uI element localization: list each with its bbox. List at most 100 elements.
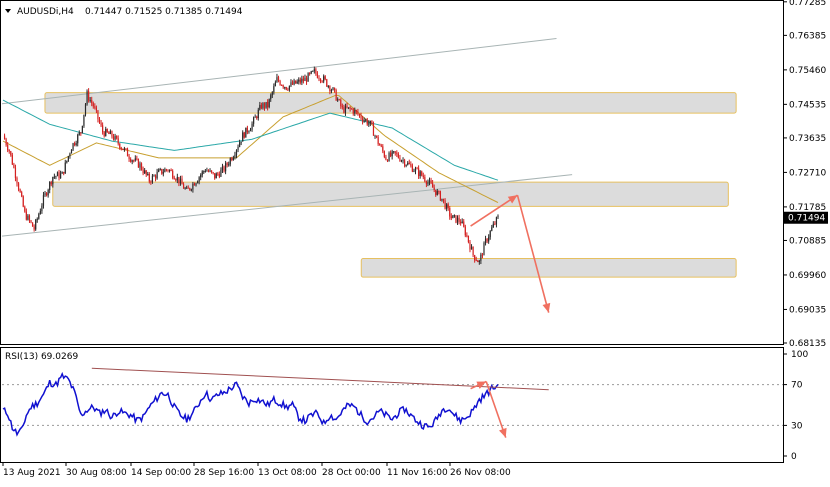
- candle-body: [369, 120, 371, 124]
- candle-body: [324, 76, 326, 80]
- candle-body: [313, 69, 315, 71]
- candle-body: [234, 155, 236, 158]
- candle-body: [285, 87, 287, 90]
- candle-body: [397, 153, 399, 158]
- candle-body: [430, 180, 432, 184]
- candle-body: [483, 242, 485, 256]
- candle-body: [307, 73, 309, 82]
- candle-body: [419, 171, 421, 177]
- candle-body: [78, 132, 80, 135]
- price-tick-label: 0.69960: [789, 271, 826, 281]
- candle-body: [151, 175, 154, 183]
- time-tick-label: 14 Sep 00:00: [131, 468, 191, 478]
- candle-body: [270, 95, 272, 100]
- time-axis: 13 Aug 2021 30 Aug 08:00 14 Sep 00:00 28 Se…: [2, 462, 511, 478]
- time-tick-label: 28 Sep 16:00: [194, 468, 254, 478]
- candle-body: [441, 198, 443, 201]
- candle-body: [253, 117, 255, 124]
- candle-body: [298, 79, 300, 82]
- candle-body: [58, 172, 60, 179]
- candle-body: [408, 162, 410, 165]
- candle-body: [5, 139, 7, 146]
- candle-body: [184, 188, 186, 190]
- candle-body: [446, 204, 448, 209]
- candle-body: [235, 149, 238, 156]
- candle-body: [318, 77, 320, 79]
- rsi-tick-label: 0: [791, 452, 797, 462]
- candle-body: [220, 169, 222, 177]
- candle-body: [267, 101, 269, 108]
- rsi-tick-label: 30: [791, 421, 803, 431]
- candle-body: [25, 211, 27, 220]
- candle-body: [288, 85, 291, 90]
- candle-body: [33, 226, 35, 230]
- candle-body: [161, 168, 163, 174]
- candle-body: [478, 260, 480, 263]
- candle-body: [159, 168, 161, 170]
- candle-body: [427, 182, 429, 185]
- candle-body: [293, 80, 295, 85]
- candle-body: [309, 73, 311, 75]
- candle-body: [268, 99, 270, 108]
- candle-body: [63, 171, 65, 174]
- candle-body: [120, 148, 122, 150]
- candle-body: [299, 79, 301, 83]
- candle-body: [449, 207, 451, 217]
- candle-body: [47, 190, 49, 196]
- candle-body: [447, 204, 449, 208]
- candle-body: [53, 176, 55, 178]
- candle-body: [379, 144, 381, 146]
- candle-body: [435, 189, 437, 195]
- candle-body: [75, 143, 77, 145]
- candle-body: [136, 158, 138, 160]
- time-tick-label: 30 Aug 08:00: [66, 468, 127, 478]
- candle-body: [102, 125, 104, 133]
- price-tick-label: 0.70885: [789, 236, 826, 246]
- candle-body: [106, 128, 108, 133]
- candle-body: [172, 170, 174, 178]
- candle-body: [497, 215, 499, 218]
- candle-body: [256, 116, 258, 119]
- time-tick-label: 26 Nov 08:00: [450, 468, 511, 478]
- candle-body: [374, 135, 376, 137]
- candle-body: [439, 191, 442, 201]
- candle-body: [302, 78, 305, 82]
- candle-body: [131, 160, 133, 162]
- candle-body: [344, 105, 347, 113]
- candle-body: [66, 160, 68, 163]
- candle-body: [114, 135, 116, 140]
- candle-body: [14, 167, 17, 178]
- candle-body: [203, 171, 205, 173]
- candle-body: [368, 123, 370, 125]
- candle-body: [472, 246, 474, 256]
- candle-body: [27, 215, 29, 220]
- candle-body: [88, 91, 90, 101]
- candle-body: [257, 109, 259, 119]
- price-tick-label: 0.69035: [789, 305, 826, 315]
- candle-body: [391, 151, 393, 157]
- candle-body: [393, 151, 395, 153]
- candle-body: [239, 142, 241, 147]
- price-tick-label: 0.71785: [789, 203, 826, 213]
- candle-body: [262, 103, 264, 109]
- candle-body: [494, 223, 496, 225]
- candle-body: [187, 187, 189, 189]
- candle-body: [198, 177, 200, 182]
- candle-body: [474, 255, 476, 260]
- candle-body: [217, 173, 219, 175]
- candle-body: [164, 169, 166, 173]
- candle-body: [117, 138, 119, 144]
- candle-body: [424, 177, 426, 182]
- candle-body: [125, 148, 127, 150]
- candle-body: [178, 176, 180, 184]
- candle-body: [228, 164, 230, 166]
- candle-body: [237, 146, 239, 150]
- candle-body: [11, 155, 13, 165]
- candle-body: [44, 193, 46, 196]
- candle-body: [480, 254, 482, 261]
- candle-body: [290, 82, 292, 86]
- candle-body: [167, 169, 169, 171]
- candle-body: [291, 82, 294, 85]
- candle-body: [271, 92, 273, 96]
- candle-body: [354, 110, 356, 114]
